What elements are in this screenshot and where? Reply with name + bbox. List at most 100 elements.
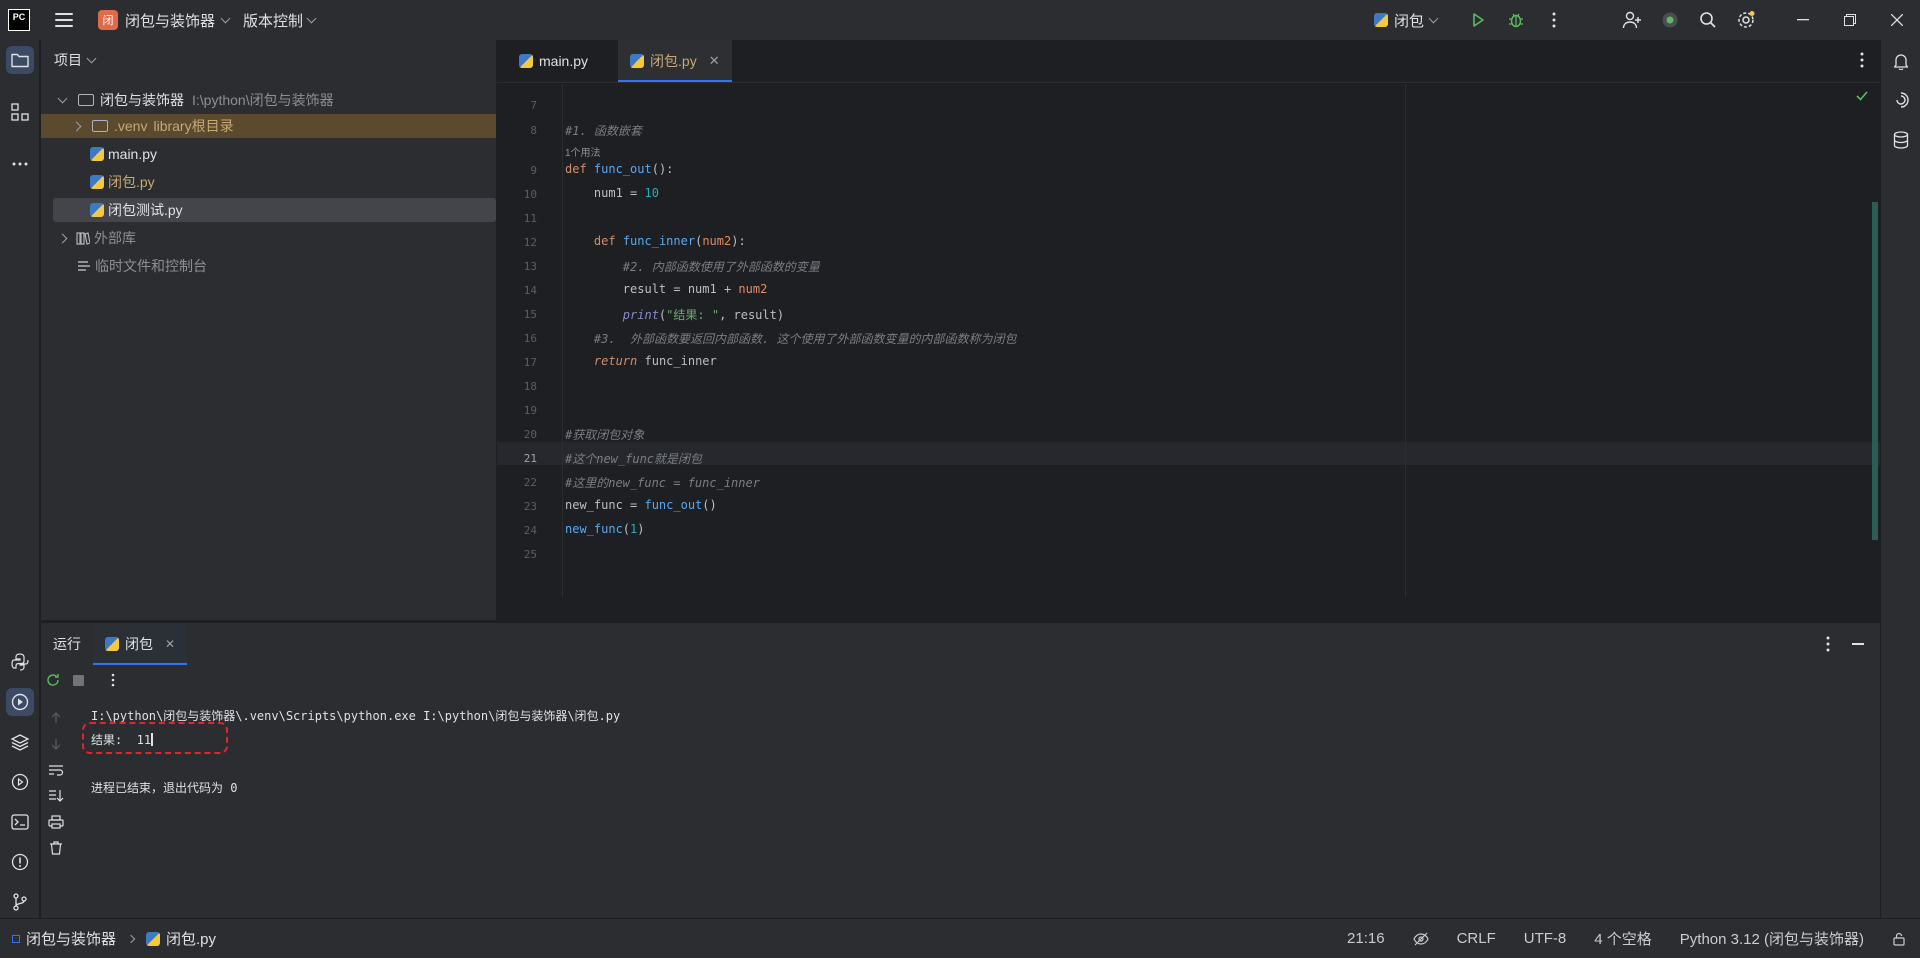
expand-arrow-icon[interactable] <box>57 93 68 103</box>
indent-setting[interactable]: 4 个空格 <box>1594 928 1652 949</box>
gutter-divider <box>562 84 563 598</box>
tree-item-external-libs[interactable]: 外部库 <box>57 226 136 250</box>
close-window-button[interactable] <box>1873 0 1920 40</box>
readonly-toggle-icon[interactable] <box>1412 932 1429 946</box>
line-number: 15 <box>523 308 537 321</box>
tree-item-venv[interactable]: .venv library根目录 <box>41 114 496 138</box>
python-file-icon <box>105 637 119 651</box>
rerun-icon[interactable] <box>46 673 60 690</box>
ai-chat-icon[interactable] <box>1887 86 1915 114</box>
run-more-icon[interactable] <box>111 673 115 690</box>
status-bar: 闭包与装饰器 闭包.py 21:16 CRLF UTF-8 4 个空格 Pyth… <box>0 918 1920 958</box>
python-file-icon <box>146 931 161 946</box>
python-interpreter[interactable]: Python 3.12 (闭包与装饰器) <box>1680 928 1864 949</box>
scroll-down-icon[interactable] <box>47 735 65 753</box>
python-file-icon <box>90 175 104 189</box>
project-panel-header[interactable]: 项目 <box>41 40 496 80</box>
tab-main-py[interactable]: main.py <box>507 40 600 82</box>
restore-button[interactable] <box>1826 0 1873 40</box>
terminal-icon[interactable] <box>6 808 34 836</box>
breadcrumb: 闭包与装饰器 闭包.py <box>12 928 216 949</box>
structure-icon[interactable] <box>6 98 34 126</box>
ai-assistant-icon[interactable] <box>1651 0 1689 40</box>
problems-icon[interactable] <box>6 848 34 876</box>
line-number: 11 <box>523 212 537 225</box>
project-switcher[interactable]: 闭 闭包与装饰器 <box>98 10 231 31</box>
run-tool-window: 运行 闭包 ✕ I:\python\闭包与装饰器\.venv\Scripts\p… <box>41 622 1880 918</box>
tree-root[interactable]: 闭包与装饰器 I:\python\闭包与装饰器 <box>57 88 334 112</box>
console-exit-line: 进程已结束，退出代码为 0 <box>91 781 238 795</box>
chevron-down-icon <box>1428 13 1439 23</box>
python-file-icon <box>519 54 533 68</box>
tree-item-file[interactable]: main.py <box>90 142 157 166</box>
run-tab-closure[interactable]: 闭包 ✕ <box>93 623 188 665</box>
vcs-menu[interactable]: 版本控制 <box>243 10 317 31</box>
notifications-bell-icon[interactable] <box>1887 47 1915 75</box>
search-icon[interactable] <box>1689 0 1727 40</box>
debug-button[interactable] <box>1497 0 1535 40</box>
run-tabs: 运行 闭包 ✕ <box>41 623 1880 665</box>
scratches-label: 临时文件和控制台 <box>95 258 207 274</box>
breadcrumb-project[interactable]: 闭包与装饰器 <box>26 928 116 949</box>
print-icon[interactable] <box>47 813 65 831</box>
run-button[interactable] <box>1459 0 1497 40</box>
git-branch-icon[interactable] <box>6 888 34 916</box>
trash-icon[interactable] <box>47 839 65 857</box>
python-console-icon[interactable] <box>6 648 34 676</box>
hide-panel-icon[interactable] <box>1852 643 1864 645</box>
more-actions-icon[interactable] <box>1535 0 1573 40</box>
title-bar: PC 闭 闭包与装饰器 版本控制 闭包 <box>0 0 1920 40</box>
services-icon[interactable] <box>6 768 34 796</box>
breadcrumb-file[interactable]: 闭包.py <box>166 928 216 949</box>
line-number: 24 <box>523 524 537 537</box>
chevron-down-icon <box>306 13 317 23</box>
close-tab-icon[interactable]: ✕ <box>165 637 175 651</box>
tab-closure-py[interactable]: 闭包.py ✕ <box>618 40 732 82</box>
file-encoding[interactable]: UTF-8 <box>1524 930 1567 947</box>
minimize-button[interactable] <box>1779 0 1826 40</box>
tree-item-file-selected[interactable]: 闭包测试.py <box>53 198 496 222</box>
venv-note: library根目录 <box>153 118 234 134</box>
code-editor: main.py 闭包.py ✕ 7 8 9 10 11 12 13 14 15 16 17 18 19 2… <box>497 40 1880 598</box>
project-panel: 项目 闭包与装饰器 I:\python\闭包与装饰器 .venv library… <box>41 40 496 620</box>
run-panel-options-icon[interactable] <box>1826 636 1830 655</box>
collapse-arrow-icon[interactable] <box>71 121 82 131</box>
caret-position[interactable]: 21:16 <box>1347 930 1385 947</box>
python-file-icon <box>90 147 104 161</box>
close-tab-icon[interactable]: ✕ <box>709 53 720 69</box>
main-menu-icon[interactable] <box>54 10 74 30</box>
root-path: I:\python\闭包与装饰器 <box>192 92 334 108</box>
tree-item-scratches[interactable]: 临时文件和控制台 <box>77 254 207 278</box>
add-user-icon[interactable] <box>1613 0 1651 40</box>
database-icon[interactable] <box>1887 126 1915 154</box>
folder-icon <box>78 94 94 106</box>
scroll-up-icon[interactable] <box>47 709 65 727</box>
usage-hint[interactable]: 1个用法 <box>565 148 601 159</box>
chevron-down-icon <box>220 13 231 23</box>
more-tools-icon[interactable] <box>6 150 34 178</box>
module-icon <box>12 934 20 943</box>
stop-icon[interactable] <box>73 675 84 686</box>
file-label: 闭包测试.py <box>108 202 183 218</box>
inspection-ok-icon[interactable] <box>1856 88 1868 104</box>
python-file-icon <box>90 203 104 217</box>
comment: #1. 函数嵌套 <box>565 124 642 138</box>
scratches-icon <box>78 261 90 271</box>
external-libs-label: 外部库 <box>94 230 136 246</box>
scroll-to-end-icon[interactable] <box>47 787 65 805</box>
editor-scrollbar[interactable] <box>1872 202 1878 540</box>
editor-tabs-menu-icon[interactable] <box>1860 52 1864 71</box>
run-config-selector[interactable]: 闭包 <box>1373 10 1439 31</box>
run-tool-icon[interactable] <box>6 688 34 716</box>
tree-item-file[interactable]: 闭包.py <box>90 170 155 194</box>
collapse-arrow-icon[interactable] <box>57 233 68 243</box>
lock-icon[interactable] <box>1892 932 1906 946</box>
chevron-right-icon <box>126 934 136 943</box>
settings-gear-icon[interactable] <box>1727 0 1765 40</box>
layers-icon[interactable] <box>6 728 34 756</box>
vcs-label: 版本控制 <box>243 12 304 30</box>
root-name: 闭包与装饰器 <box>100 92 184 108</box>
line-ending[interactable]: CRLF <box>1457 930 1496 947</box>
soft-wrap-icon[interactable] <box>47 761 65 779</box>
project-folder-icon[interactable] <box>6 46 34 74</box>
